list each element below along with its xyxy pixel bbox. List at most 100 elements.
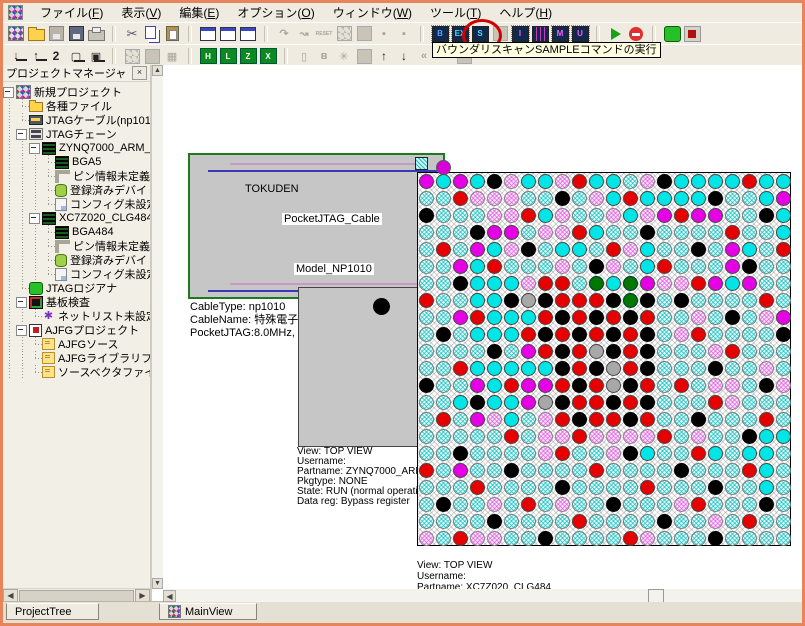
bga-ball[interactable] <box>589 327 604 342</box>
bga-ball[interactable] <box>470 412 485 427</box>
bga-ball[interactable] <box>521 174 536 189</box>
menu-item-v[interactable]: 表示(V) <box>112 2 170 23</box>
bga-ball[interactable] <box>623 327 638 342</box>
bga-ball[interactable] <box>776 225 791 240</box>
bga-ball[interactable] <box>589 412 604 427</box>
bga-ball[interactable] <box>572 497 587 512</box>
bga-ball[interactable] <box>742 208 757 223</box>
bga-ball[interactable] <box>453 395 468 410</box>
bga-ball[interactable] <box>572 531 587 546</box>
bga-ball[interactable] <box>436 276 451 291</box>
bga-ball[interactable] <box>487 429 502 444</box>
bga-ball[interactable] <box>606 225 621 240</box>
bga-ball[interactable] <box>725 174 740 189</box>
bga-ball[interactable] <box>453 344 468 359</box>
bga-ball[interactable] <box>504 293 519 308</box>
cascade-windows-icon[interactable] <box>199 25 217 42</box>
bga-ball[interactable] <box>521 463 536 478</box>
bga-ball[interactable] <box>555 276 570 291</box>
bga-ball[interactable] <box>759 344 774 359</box>
bga-ball[interactable] <box>725 191 740 206</box>
bga-ball[interactable] <box>504 242 519 257</box>
bga-ball[interactable] <box>776 310 791 325</box>
bga-ball[interactable] <box>572 463 587 478</box>
page-bell-icon[interactable]: ▣ <box>87 48 105 65</box>
bga-ball[interactable] <box>572 412 587 427</box>
bga-ball[interactable] <box>487 242 502 257</box>
bga-ball[interactable] <box>419 293 434 308</box>
bga-ball[interactable] <box>504 327 519 342</box>
bga-ball[interactable] <box>623 344 638 359</box>
bga-ball[interactable] <box>504 429 519 444</box>
bga-ball[interactable] <box>742 191 757 206</box>
bga-ball[interactable] <box>708 293 723 308</box>
bga-ball[interactable] <box>776 293 791 308</box>
menu-item-o[interactable]: オプション(O) <box>228 2 323 23</box>
cut-icon[interactable]: ✂ <box>123 25 141 42</box>
bga-ball[interactable] <box>674 497 689 512</box>
cmd-u-icon[interactable]: U <box>571 25 589 42</box>
bga-ball[interactable] <box>657 463 672 478</box>
bga-ball[interactable] <box>572 293 587 308</box>
bga-ball[interactable] <box>589 429 604 444</box>
bga-ball[interactable] <box>521 429 536 444</box>
tree-item[interactable]: AJFGライブラリファイ <box>3 351 150 365</box>
bga-ball[interactable] <box>640 174 655 189</box>
grid-page-icon[interactable] <box>123 48 141 65</box>
bga-ball[interactable] <box>504 225 519 240</box>
loop-icon[interactable]: ↷ <box>275 25 293 42</box>
new-project-icon[interactable] <box>7 25 25 42</box>
bga-ball[interactable] <box>436 242 451 257</box>
drive-z-icon[interactable]: Z <box>239 48 257 65</box>
bga-ball[interactable] <box>691 327 706 342</box>
bga-ball[interactable] <box>674 225 689 240</box>
bga-ball[interactable] <box>691 276 706 291</box>
bga-ball[interactable] <box>453 242 468 257</box>
bga-ball[interactable] <box>742 531 757 546</box>
bga-ball[interactable] <box>436 361 451 376</box>
bga-ball[interactable] <box>674 310 689 325</box>
bga-ball[interactable] <box>776 429 791 444</box>
bga-ball[interactable] <box>487 378 502 393</box>
bga-ball[interactable] <box>640 463 655 478</box>
bga-ball[interactable] <box>623 446 638 461</box>
bga-ball[interactable] <box>759 378 774 393</box>
sidebar-horizontal-scrollbar[interactable]: ◀ ▶ <box>3 588 150 602</box>
bga-ball[interactable] <box>742 463 757 478</box>
bga-ball[interactable] <box>640 225 655 240</box>
bga-ball[interactable] <box>640 480 655 495</box>
bga-ball[interactable] <box>572 191 587 206</box>
print-icon[interactable] <box>87 25 105 42</box>
bga-ball[interactable] <box>555 293 570 308</box>
bga-ball[interactable] <box>487 208 502 223</box>
bga-ball[interactable] <box>623 395 638 410</box>
bga-ball[interactable] <box>589 293 604 308</box>
bga-ball[interactable] <box>708 259 723 274</box>
bga-ball[interactable] <box>555 259 570 274</box>
bga-ball[interactable] <box>589 242 604 257</box>
bga-ball[interactable] <box>453 191 468 206</box>
tree-item[interactable]: 登録済みデバイ <box>3 253 150 267</box>
bga-ball[interactable] <box>759 361 774 376</box>
bga-ball[interactable] <box>623 225 638 240</box>
bga-ball[interactable] <box>708 480 723 495</box>
bga-ball[interactable] <box>538 225 553 240</box>
bga-ball[interactable] <box>708 310 723 325</box>
bga-ball[interactable] <box>657 429 672 444</box>
bga-ball[interactable] <box>691 208 706 223</box>
gray-chip-icon[interactable]: ▦ <box>163 48 181 65</box>
bga-ball[interactable] <box>606 259 621 274</box>
bga-ball[interactable] <box>742 429 757 444</box>
bga-ball[interactable] <box>606 378 621 393</box>
bga-ball[interactable] <box>742 446 757 461</box>
tree-item[interactable]: AJFGプロジェクト <box>3 323 150 337</box>
bga-ball[interactable] <box>538 208 553 223</box>
bga-ball[interactable] <box>674 361 689 376</box>
cmd-grid-icon[interactable] <box>531 25 549 42</box>
bga-ball[interactable] <box>640 361 655 376</box>
bga-ball[interactable] <box>538 480 553 495</box>
bga-ball[interactable] <box>691 293 706 308</box>
bga-ball[interactable] <box>759 446 774 461</box>
bga-ball[interactable] <box>538 344 553 359</box>
bga-ball[interactable] <box>623 259 638 274</box>
